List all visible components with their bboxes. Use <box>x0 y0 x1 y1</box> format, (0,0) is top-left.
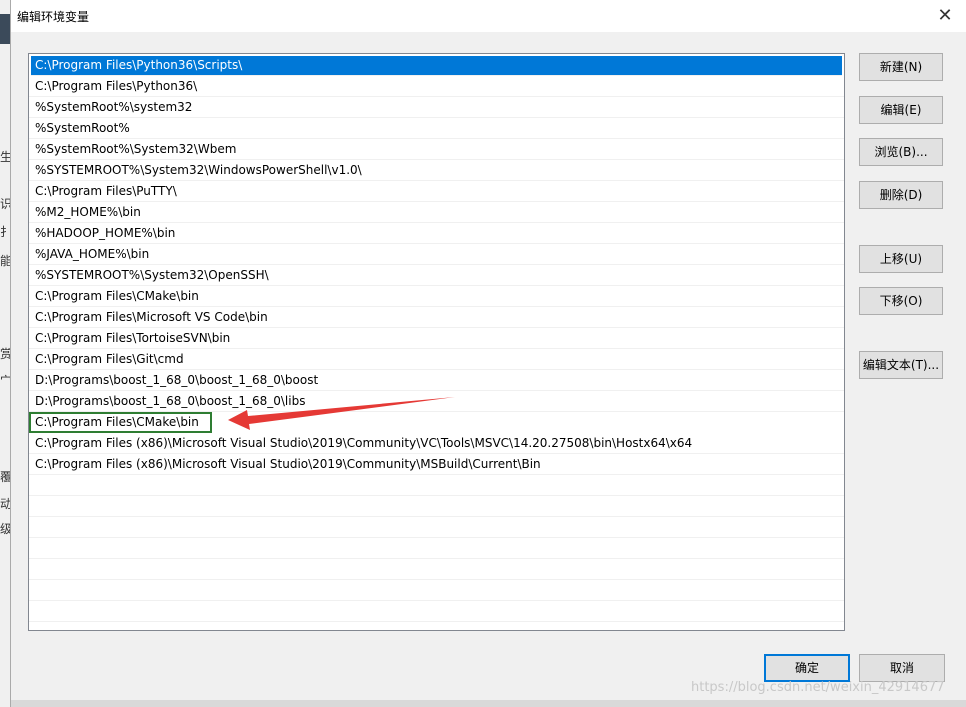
empty-list-item[interactable] <box>29 496 844 517</box>
close-button[interactable]: ✕ <box>931 2 959 30</box>
path-entries-list[interactable]: C:\Program Files\Python36\Scripts\ C:\Pro… <box>28 53 845 631</box>
list-item[interactable]: C:\Program Files\PuTTY\ <box>29 181 844 202</box>
watermark: https://blog.csdn.net/weixin_42914677 <box>691 680 945 695</box>
list-item[interactable]: D:\Programs\boost_1_68_0\boost_1_68_0\li… <box>29 391 844 412</box>
new-button[interactable]: 新建(N) <box>859 53 943 81</box>
empty-list-item[interactable] <box>29 580 844 601</box>
list-item[interactable]: C:\Program Files\Microsoft VS Code\bin <box>29 307 844 328</box>
background-glyph: 能 <box>0 254 10 268</box>
delete-button[interactable]: 删除(D) <box>859 181 943 209</box>
list-item[interactable]: C:\Program Files\CMake\bin <box>29 412 212 433</box>
list-item[interactable]: %JAVA_HOME%\bin <box>29 244 844 265</box>
avatar <box>0 14 10 44</box>
move-down-button[interactable]: 下移(O) <box>859 287 943 315</box>
list-item[interactable]: C:\Program Files (x86)\Microsoft Visual … <box>29 433 844 454</box>
cancel-button[interactable]: 取消 <box>859 654 945 682</box>
edit-text-button[interactable]: 编辑文本(T)... <box>859 351 943 379</box>
list-item[interactable]: %HADOOP_HOME%\bin <box>29 223 844 244</box>
dialog-title: 编辑环境变量 <box>17 10 90 24</box>
background-window: 生识扌能赏宀覆动级 <box>0 0 10 707</box>
background-glyph: 生 <box>0 150 10 164</box>
list-item[interactable]: C:\Program Files\Python36\Scripts\ <box>31 56 842 76</box>
list-item[interactable]: C:\Program Files\TortoiseSVN\bin <box>29 328 844 349</box>
list-item[interactable]: D:\Programs\boost_1_68_0\boost_1_68_0\bo… <box>29 370 844 391</box>
list-item[interactable]: %SYSTEMROOT%\System32\WindowsPowerShell\… <box>29 160 844 181</box>
background-glyph: 识 <box>0 197 10 211</box>
ok-button[interactable]: 确定 <box>764 654 850 682</box>
background-glyph: 级 <box>0 522 10 536</box>
bottom-edge <box>11 700 966 707</box>
list-item[interactable]: %SYSTEMROOT%\System32\OpenSSH\ <box>29 265 844 286</box>
background-glyph: 覆 <box>0 470 10 484</box>
empty-list-item[interactable] <box>29 517 844 538</box>
edit-button[interactable]: 编辑(E) <box>859 96 943 124</box>
list-item[interactable]: %SystemRoot% <box>29 118 844 139</box>
title-bar: 编辑环境变量 ✕ <box>11 0 966 32</box>
list-item[interactable]: C:\Program Files\Git\cmd <box>29 349 844 370</box>
background-glyph: 动 <box>0 497 10 511</box>
list-item[interactable]: C:\Program Files\Python36\ <box>29 76 844 97</box>
empty-list-item[interactable] <box>29 475 844 496</box>
list-item[interactable]: %SystemRoot%\system32 <box>29 97 844 118</box>
background-glyph: 宀 <box>0 374 10 388</box>
empty-list-item[interactable] <box>29 538 844 559</box>
list-item[interactable]: C:\Program Files (x86)\Microsoft Visual … <box>29 454 844 475</box>
list-item[interactable]: %M2_HOME%\bin <box>29 202 844 223</box>
empty-list-item[interactable] <box>29 601 844 622</box>
list-item[interactable]: %SystemRoot%\System32\Wbem <box>29 139 844 160</box>
background-glyph: 扌 <box>0 225 10 239</box>
move-up-button[interactable]: 上移(U) <box>859 245 943 273</box>
background-glyph: 赏 <box>0 347 10 361</box>
empty-list-item[interactable] <box>29 559 844 580</box>
browse-button[interactable]: 浏览(B)... <box>859 138 943 166</box>
edit-env-var-dialog: 编辑环境变量 ✕ C:\Program Files\Python36\Scrip… <box>10 0 966 707</box>
list-item[interactable]: C:\Program Files\CMake\bin <box>29 286 844 307</box>
